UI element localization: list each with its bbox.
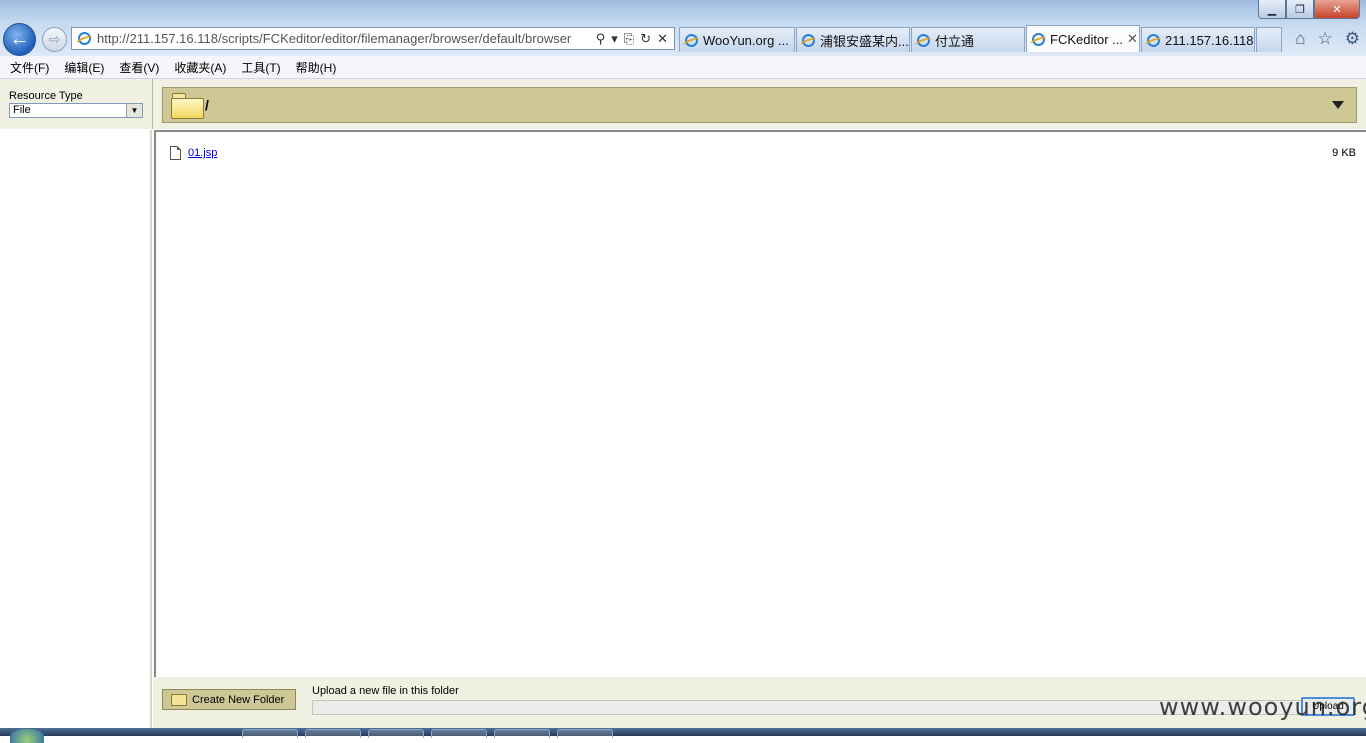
maximize-button[interactable]: ❐ [1286, 0, 1314, 19]
browser-right-tools: ⌂ ☆ ⚙ [1295, 29, 1360, 49]
address-bar[interactable]: http://211.157.16.118/scripts/FCKeditor/… [71, 27, 675, 50]
create-new-folder-button[interactable]: Create New Folder [162, 689, 296, 710]
current-folder-bar[interactable]: / [162, 87, 1357, 123]
tab-label: FCKeditor ... [1050, 31, 1123, 47]
tab-label: 211.157.16.118 [1165, 32, 1254, 48]
search-icon[interactable]: ⚲ [596, 31, 606, 47]
forward-button[interactable]: ⇨ [42, 27, 67, 52]
chevron-down-icon[interactable]: ▾ [611, 31, 618, 47]
dropdown-arrow-icon[interactable]: ▼ [126, 104, 142, 117]
current-folder-path: / [205, 97, 209, 113]
file-row: 01.jsp 9 KB [170, 144, 1356, 162]
window-controls: ▁ ❐ ✕ [1258, 0, 1360, 19]
taskbar-button[interactable] [431, 729, 487, 738]
file-link[interactable]: 01.jsp [188, 147, 217, 159]
current-folder-panel: / [153, 79, 1366, 129]
tab-fulitong[interactable]: 付立通 [911, 27, 1025, 52]
menu-file[interactable]: 文件(F) [10, 59, 49, 76]
minimize-button[interactable]: ▁ [1258, 0, 1286, 19]
stop-icon[interactable]: ✕ [657, 31, 668, 47]
tab-pyas[interactable]: 浦银安盛某内... [796, 27, 910, 52]
back-button[interactable]: ← [3, 23, 36, 56]
gear-icon[interactable]: ⚙ [1345, 29, 1360, 49]
windows-taskbar [0, 728, 1366, 743]
forward-arrow-icon: ⇨ [48, 31, 61, 47]
ie-tab-icon [1032, 32, 1045, 46]
create-folder-label: Create New Folder [192, 693, 285, 706]
menu-bar: 文件(F) 编辑(E) 查看(V) 收藏夹(A) 工具(T) 帮助(H) [0, 56, 1366, 79]
tab-label: 浦银安盛某内... [820, 33, 909, 49]
taskbar-button[interactable] [242, 729, 298, 738]
back-arrow-icon: ← [9, 28, 30, 50]
tab-fckeditor[interactable]: FCKeditor ... ✕ [1026, 25, 1140, 52]
tab-label: 付立通 [935, 33, 975, 49]
browser-titlebar: ▁ ❐ ✕ ← ⇨ http://211.157.16.118/scripts/… [0, 0, 1366, 56]
ie-page-icon [78, 32, 91, 45]
watermark: www.wooyun.org [1159, 693, 1366, 721]
compatibility-view-icon[interactable]: ⎘ [624, 31, 634, 47]
tab-strip: WooYun.org ... 浦银安盛某内... 付立通 FCKeditor .… [679, 25, 1282, 52]
folder-icon [171, 693, 187, 706]
home-icon[interactable]: ⌂ [1295, 29, 1305, 49]
file-size: 9 KB [1332, 147, 1356, 159]
taskbar-button[interactable] [305, 729, 361, 738]
tab-wooyun[interactable]: WooYun.org ... [679, 27, 795, 52]
tab-ip[interactable]: 211.157.16.118 [1141, 27, 1255, 52]
taskbar-button[interactable] [368, 729, 424, 738]
menu-help[interactable]: 帮助(H) [296, 59, 337, 76]
taskbar-button[interactable] [557, 729, 613, 738]
upload-label: Upload a new file in this folder [312, 685, 459, 697]
file-icon [170, 146, 181, 160]
file-list-pane: 01.jsp 9 KB [154, 130, 1366, 677]
favorites-star-icon[interactable]: ☆ [1318, 29, 1333, 49]
address-tools: ⚲ ▾ ⎘ ↻ ✕ [590, 31, 674, 47]
close-window-button[interactable]: ✕ [1314, 0, 1360, 19]
menu-favorites[interactable]: 收藏夹(A) [174, 59, 226, 76]
ie-tab-icon [685, 33, 698, 47]
menu-edit[interactable]: 编辑(E) [64, 59, 104, 76]
folder-icon [171, 93, 204, 119]
ie-tab-icon [1147, 33, 1160, 47]
start-button[interactable] [10, 729, 44, 743]
tab-label: WooYun.org ... [703, 32, 789, 48]
fckeditor-file-browser: Resource Type File ▼ / 01.jsp 9 KB Creat… [0, 79, 1366, 728]
menu-view[interactable]: 查看(V) [119, 59, 159, 76]
upload-file-input[interactable] [312, 700, 1302, 715]
resource-type-select[interactable]: File ▼ [9, 103, 143, 118]
folder-tree-pane [0, 130, 152, 728]
tab-close-icon[interactable]: ✕ [1123, 31, 1138, 47]
address-url[interactable]: http://211.157.16.118/scripts/FCKeditor/… [97, 31, 590, 46]
resource-type-label: Resource Type [9, 90, 83, 102]
menu-tools[interactable]: 工具(T) [241, 59, 280, 76]
ie-tab-icon [917, 33, 930, 47]
taskbar-button[interactable] [494, 729, 550, 738]
resource-type-panel: Resource Type File ▼ [0, 79, 153, 129]
ie-tab-icon [802, 33, 815, 47]
resource-type-value: File [13, 104, 31, 116]
refresh-icon[interactable]: ↻ [640, 31, 651, 47]
new-tab-button[interactable] [1256, 27, 1282, 52]
folder-dropdown-icon[interactable] [1332, 101, 1344, 109]
